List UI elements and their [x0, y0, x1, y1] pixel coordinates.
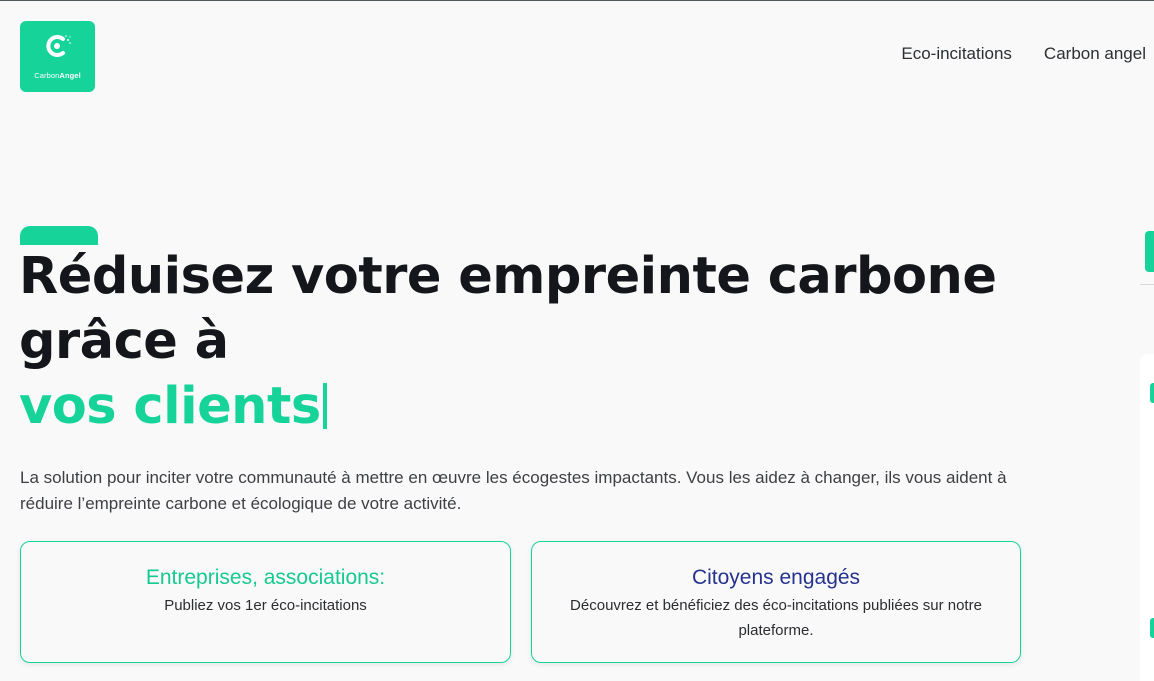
side-widget-button[interactable]	[1145, 231, 1154, 272]
card-entreprises-title: Entreprises, associations:	[145, 566, 386, 589]
card-citoyens-description: Découvrez et bénéficiez des éco-incitati…	[570, 597, 982, 639]
headline-highlight: vos clients	[19, 377, 321, 436]
nav-link-carbon-angel[interactable]: Carbon angel	[1044, 44, 1146, 64]
side-panel-marker	[1150, 618, 1154, 638]
carbon-angel-logo-icon	[46, 35, 71, 57]
nav-link-eco-incitations[interactable]: Eco-incitations	[901, 44, 1012, 64]
typing-caret	[322, 383, 327, 429]
headline-accent-pill	[20, 226, 98, 245]
hero-intro-text: La solution pour inciter votre communaut…	[20, 468, 1007, 513]
main-nav: Eco-incitations Carbon angel	[901, 44, 1146, 64]
card-entreprises-description: Publiez vos 1er éco-incitations	[164, 597, 367, 614]
card-citoyens[interactable]: Citoyens engagés Découvrez et bénéficiez…	[531, 541, 1021, 663]
headline-line-1: Réduisez votre empreinte carbone	[19, 247, 997, 306]
card-entreprises[interactable]: Entreprises, associations: Publiez vos 1…	[20, 541, 511, 663]
card-citoyens-title: Citoyens engagés	[691, 566, 861, 589]
hero-headline: Réduisez votre empreinte carbone grâce à…	[19, 244, 1029, 439]
carbon-angel-logo[interactable]: CarbonAngel	[20, 21, 95, 92]
headline-line-2: grâce à	[19, 312, 229, 371]
logo-wordmark: CarbonAngel	[34, 71, 81, 80]
top-border	[0, 0, 1154, 1]
side-panel-marker	[1150, 383, 1154, 403]
side-divider	[1140, 284, 1154, 285]
